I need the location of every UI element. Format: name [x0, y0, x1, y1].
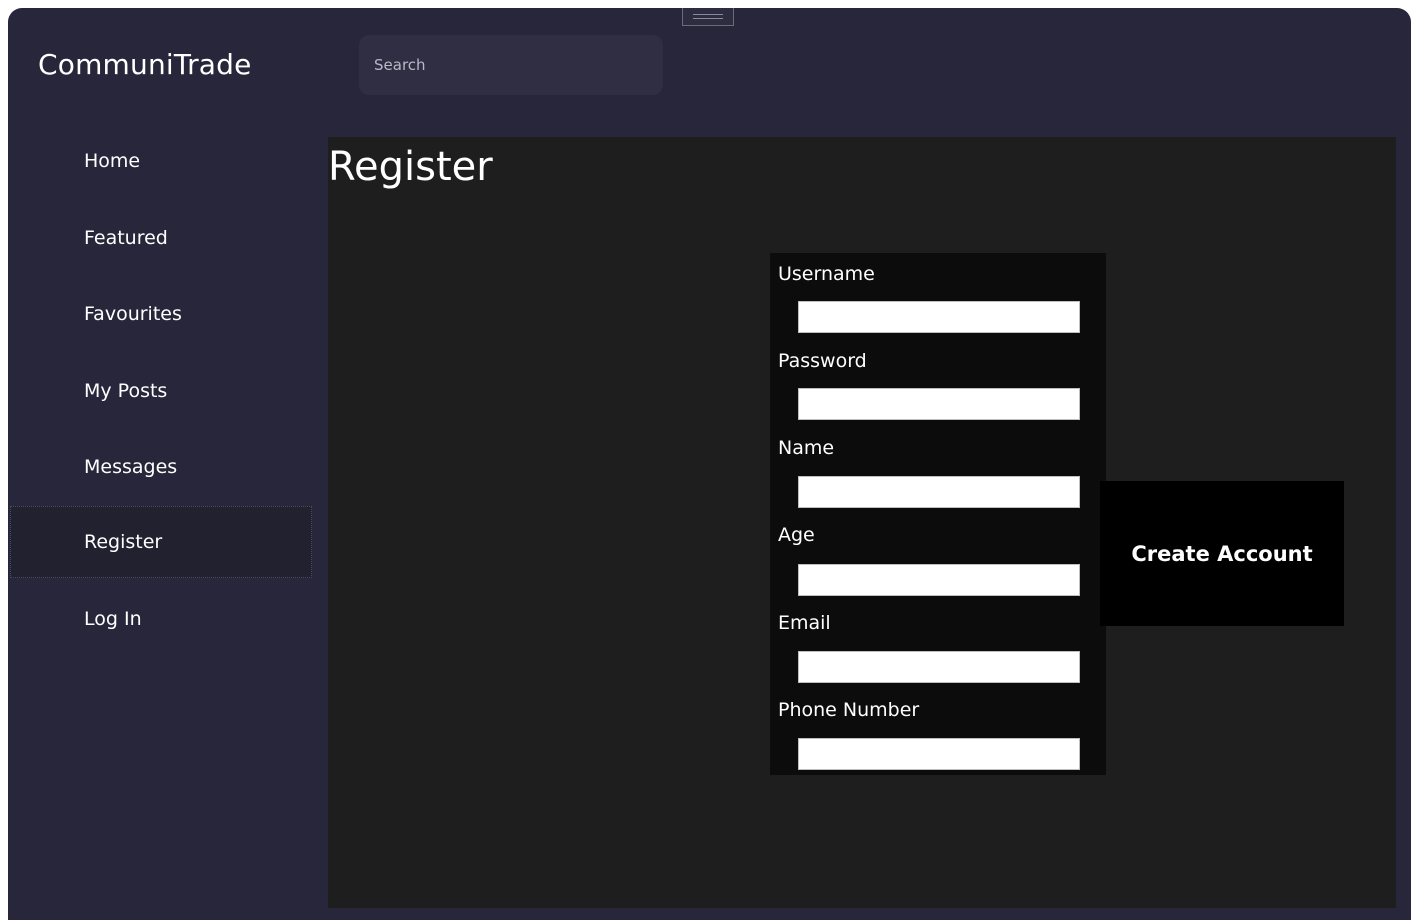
create-account-button[interactable]: Create Account — [1100, 481, 1344, 626]
search-input[interactable] — [359, 35, 663, 95]
app-title: CommuniTrade — [38, 48, 252, 81]
sidebar-item-featured[interactable]: Featured — [10, 202, 312, 274]
phone-number-label: Phone Number — [778, 699, 920, 721]
sidebar-item-home[interactable]: Home — [10, 125, 312, 197]
sidebar-item-log-in[interactable]: Log In — [10, 583, 312, 655]
drag-handle[interactable] — [682, 8, 734, 26]
username-field[interactable] — [798, 301, 1080, 333]
sidebar-item-my-posts[interactable]: My Posts — [10, 355, 312, 427]
page-title: Register — [328, 144, 493, 190]
password-field[interactable] — [798, 388, 1080, 420]
email-label: Email — [778, 612, 831, 634]
username-label: Username — [778, 263, 875, 285]
email-field[interactable] — [798, 651, 1080, 683]
drag-handle-line — [693, 18, 723, 19]
register-form: Username Password Name Age Email Phone N… — [770, 253, 1106, 775]
app-window: CommuniTrade Home Featured Favourites My… — [8, 8, 1411, 920]
age-field[interactable] — [798, 564, 1080, 596]
drag-handle-line — [693, 14, 723, 15]
main-content: Register Username Password Name Age Emai… — [328, 137, 1396, 908]
phone-number-field[interactable] — [798, 738, 1080, 770]
name-field[interactable] — [798, 476, 1080, 508]
age-label: Age — [778, 524, 815, 546]
sidebar-item-messages[interactable]: Messages — [10, 431, 312, 503]
name-label: Name — [778, 437, 835, 459]
sidebar-item-favourites[interactable]: Favourites — [10, 278, 312, 350]
password-label: Password — [778, 350, 867, 372]
sidebar-item-register[interactable]: Register — [10, 506, 312, 578]
